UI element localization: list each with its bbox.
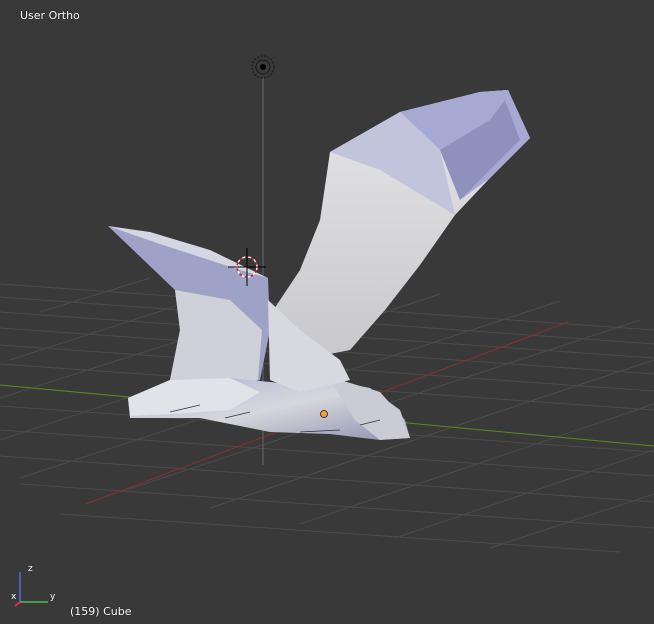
gizmo-x-label: x	[11, 592, 17, 602]
view-mode-label: User Ortho	[20, 9, 80, 22]
camera-icon[interactable]	[251, 55, 275, 79]
3d-viewport[interactable]: User Ortho z y x (159) Cube	[0, 0, 654, 624]
viewport-scene[interactable]	[0, 0, 654, 624]
mesh-object[interactable]	[108, 90, 530, 440]
object-origin-icon[interactable]	[320, 410, 328, 418]
gizmo-z-label: z	[28, 564, 33, 574]
object-info-label: (159) Cube	[70, 605, 132, 618]
gizmo-y-label: y	[50, 592, 56, 602]
axis-gizmo: z y x	[10, 562, 60, 612]
gizmo-x-axis	[14, 601, 21, 607]
